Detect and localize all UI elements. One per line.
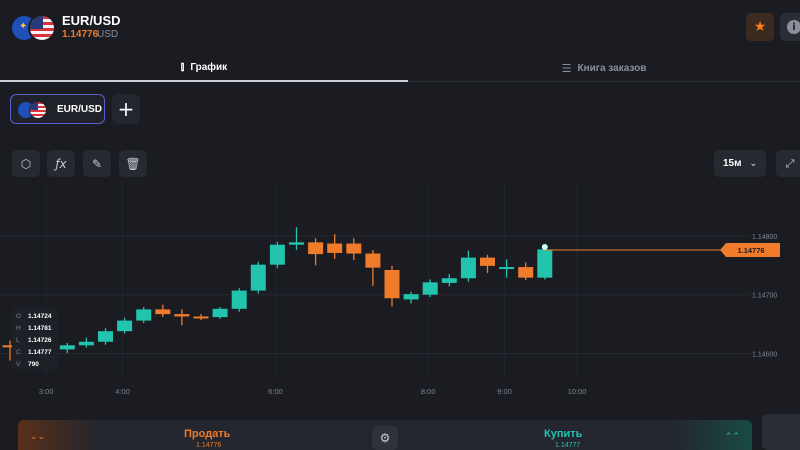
us-flag-icon	[28, 14, 56, 42]
candle-body	[537, 249, 553, 278]
asset-title: EUR/USD	[62, 13, 121, 28]
candle-body	[480, 257, 495, 266]
x-tick-label: 6:00	[268, 387, 283, 396]
candle-body	[117, 320, 133, 332]
candle-body	[384, 270, 400, 299]
add-asset-button[interactable]: +	[112, 94, 140, 124]
candle-body	[403, 294, 419, 300]
chevrons-down-icon: ⌄⌄	[30, 432, 46, 442]
candle-body	[499, 267, 515, 270]
buy-price: 1.14777	[555, 442, 581, 449]
asset-header: EUR/USD 1.14776 USD ★ i	[0, 0, 800, 54]
plus-icon: +	[117, 97, 135, 121]
candle-body	[59, 345, 75, 350]
info-button[interactable]: i	[780, 13, 800, 41]
asset-currency: USD	[97, 29, 119, 40]
x-tick-label: 3:00	[39, 387, 54, 396]
chevrons-up-icon: ⌃⌃	[724, 432, 740, 442]
order-book-icon: ☰	[561, 61, 572, 75]
indicators-button[interactable]: ⬡	[12, 150, 40, 177]
fullscreen-button[interactable]: ⤢	[776, 150, 800, 177]
ohlc-legend: O 1.14724 H 1.14781 L 1.14726 C 1.14777 V 790	[12, 308, 58, 370]
draw-button[interactable]: ✎	[83, 150, 111, 177]
price-chart[interactable]: 1.14800 1.14700 1.14600 3:00 4:00 6:00 8:00 9:…	[0, 180, 800, 400]
x-axis-labels: 3:00 4:00 6:00 8:00 9:00 10:00	[39, 387, 586, 396]
view-tabs: ⫾ График ☰ Книга заказов	[0, 54, 800, 82]
function-icon: ƒx	[55, 156, 67, 171]
candle-body	[365, 253, 381, 268]
candle-body	[212, 308, 228, 318]
ohlc-row: C 1.14777	[16, 348, 52, 356]
candles-icon: ⫾	[180, 60, 185, 73]
price-tag-label: 1.14776	[737, 246, 764, 255]
candle-body	[289, 242, 304, 245]
tab-order-book[interactable]: ☰ Книга заказов	[408, 54, 800, 82]
star-icon: ★	[753, 19, 767, 35]
trade-settings-button[interactable]: ⚙	[372, 426, 398, 450]
expand-icon: ⤢	[785, 156, 795, 170]
chip-flags	[17, 101, 53, 119]
candle-body	[78, 341, 94, 346]
candle-body	[518, 267, 534, 278]
candle-body	[98, 331, 113, 342]
candle-body	[422, 282, 438, 295]
trash-icon: 🗑	[125, 156, 141, 171]
candle-body	[460, 257, 476, 279]
candle-body	[155, 309, 171, 315]
tab-chart-label: График	[190, 61, 228, 73]
us-flag-icon	[29, 101, 47, 119]
ohlc-row: V 790	[16, 360, 39, 368]
draw-icon: ✎	[91, 156, 103, 171]
side-panel-button[interactable]	[762, 414, 800, 450]
delete-drawings-button[interactable]: 🗑	[119, 150, 147, 177]
candle-body	[193, 316, 209, 319]
gear-icon: ⚙	[379, 431, 391, 445]
y-tick-label: 1.14800	[752, 234, 777, 241]
chart-grid	[0, 180, 750, 380]
info-icon: i	[787, 20, 800, 34]
functions-button[interactable]: ƒx	[47, 150, 75, 177]
candle-body	[231, 290, 247, 309]
tab-chart[interactable]: ⫾ График	[0, 54, 408, 82]
buy-glow	[672, 420, 752, 450]
candle-body	[250, 264, 266, 291]
x-tick-label: 10:00	[568, 387, 587, 396]
last-price-dot	[541, 244, 548, 251]
chevron-down-icon: ⌄	[749, 158, 758, 169]
x-tick-label: 8:00	[421, 387, 436, 396]
interval-value: 15м	[722, 158, 742, 169]
interval-select[interactable]: 15м ⌄	[714, 150, 766, 177]
indicators-icon: ⬡	[20, 156, 32, 171]
y-tick-label: 1.14600	[752, 352, 777, 359]
sell-price: 1.14776	[196, 442, 222, 449]
candle-body	[327, 243, 343, 253]
favorite-button[interactable]: ★	[746, 13, 774, 41]
current-price-marker: 1.14776	[541, 243, 780, 257]
sell-button[interactable]: Продать	[184, 428, 230, 440]
ohlc-row: O 1.14724	[16, 312, 52, 320]
x-tick-label: 9:00	[497, 387, 512, 396]
tab-order-book-label: Книга заказов	[577, 62, 647, 74]
candle-body	[346, 243, 362, 254]
candle-body	[308, 242, 324, 255]
ohlc-row: L 1.14726	[16, 336, 52, 344]
candle-body	[136, 309, 152, 321]
candle-body	[269, 244, 285, 265]
asset-chip-label: EUR/USD	[57, 104, 103, 115]
x-tick-label: 4:00	[115, 387, 130, 396]
asset-price: 1.14776	[62, 29, 99, 40]
ohlc-row: H 1.14781	[16, 324, 52, 332]
currency-pair-flags	[10, 14, 58, 42]
buy-button[interactable]: Купить	[544, 428, 582, 440]
candle-body	[441, 278, 457, 283]
asset-chip[interactable]: EUR/USD	[10, 94, 105, 124]
trade-panel: ⌄⌄ ⌃⌃ Продать 1.14776 ⚙ Купить 1.14777	[18, 420, 752, 450]
candle-body	[174, 314, 190, 317]
candles	[2, 227, 553, 361]
y-tick-label: 1.14700	[752, 293, 777, 300]
